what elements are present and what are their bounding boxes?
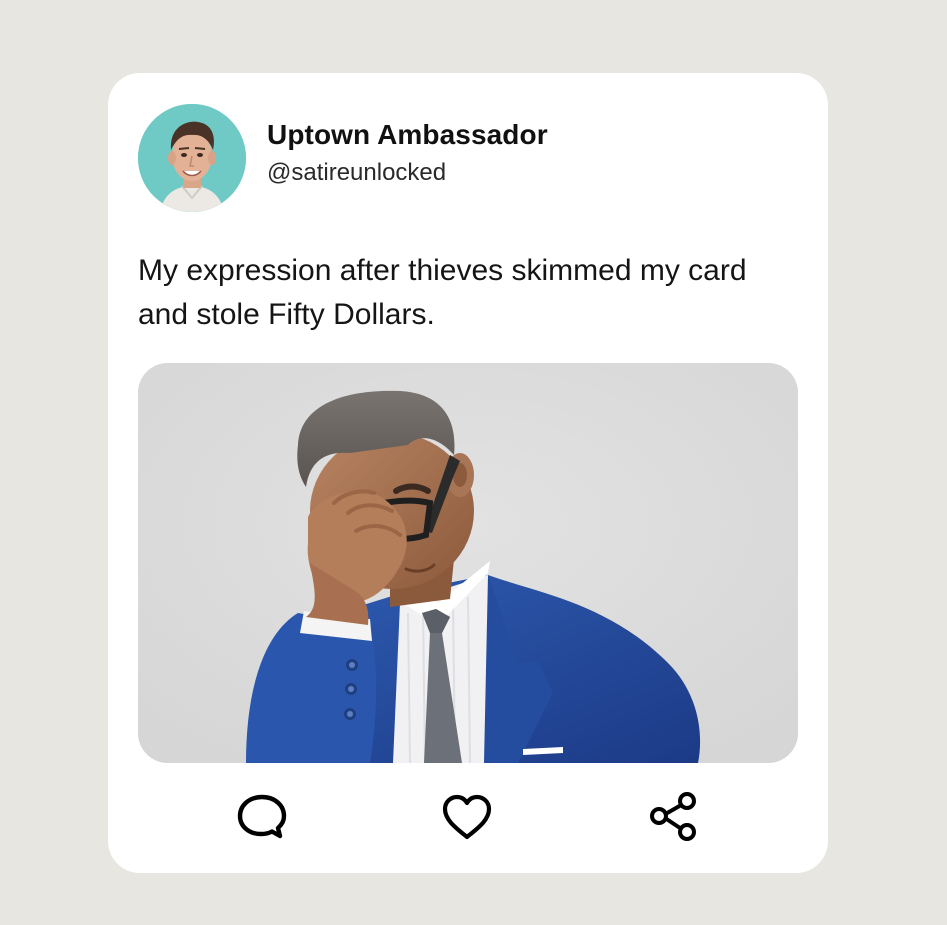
share-button[interactable] — [643, 787, 705, 849]
author-avatar[interactable] — [138, 104, 246, 212]
profile-photo-icon — [138, 104, 246, 212]
post-image[interactable] — [138, 363, 798, 763]
author-handle[interactable]: @satireunlocked — [267, 159, 446, 187]
share-icon — [650, 792, 696, 841]
post-actions-bar — [108, 787, 828, 849]
post-text: My expression after thieves skimmed my c… — [138, 254, 747, 331]
speech-bubble-icon — [237, 794, 287, 839]
businessman-facepalm-illustration — [138, 363, 798, 763]
author-display-name[interactable]: Uptown Ambassador — [267, 119, 548, 151]
like-button[interactable] — [436, 787, 498, 849]
comment-button[interactable] — [231, 787, 293, 849]
post-card: Uptown Ambassador @satireunlocked My exp… — [108, 73, 828, 873]
heart-icon — [442, 794, 492, 840]
